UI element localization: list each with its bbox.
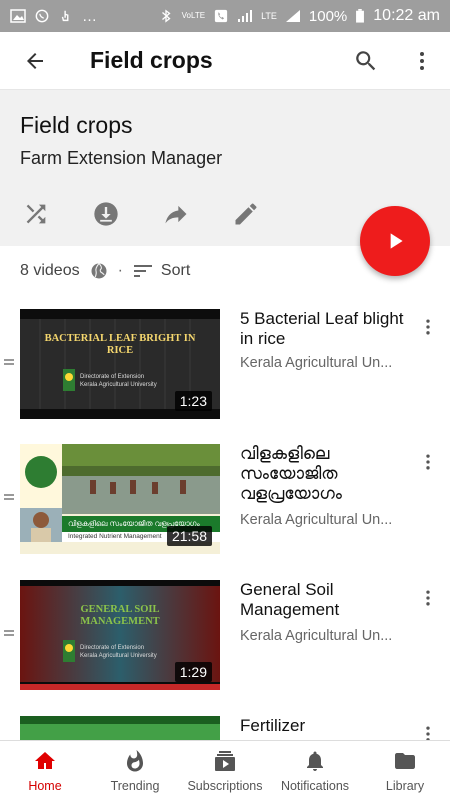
thumbnail-title: BACTERIAL LEAF BRIGHT IN RICE bbox=[44, 333, 196, 356]
video-count: 8 videos bbox=[20, 262, 80, 279]
globe-icon bbox=[91, 263, 107, 279]
more-vert-icon bbox=[426, 454, 430, 470]
search-button[interactable] bbox=[338, 32, 394, 90]
nav-notifications-label: Notifications bbox=[280, 778, 350, 793]
video-duration: 21:58 bbox=[166, 526, 212, 546]
video-menu-button[interactable] bbox=[418, 586, 438, 610]
status-bar: … VoLTE LTE 100% 10:22 am bbox=[0, 0, 450, 32]
page: … VoLTE LTE 100% 10:22 am Field crops Fi… bbox=[0, 0, 450, 800]
bottom-navigation: Home Trending Subscriptions Notification… bbox=[0, 740, 450, 800]
video-channel: Kerala Agricultural Un... bbox=[240, 628, 393, 644]
nav-subscriptions[interactable]: Subscriptions bbox=[180, 741, 270, 800]
status-bar-left: … bbox=[10, 8, 97, 25]
separator-dot: · bbox=[117, 262, 123, 279]
edit-icon bbox=[235, 203, 257, 225]
playlist-actions bbox=[20, 198, 262, 230]
subscriptions-icon bbox=[212, 749, 238, 773]
shuffle-icon bbox=[26, 204, 46, 224]
sort-label: Sort bbox=[160, 262, 191, 279]
bluetooth-icon bbox=[161, 9, 171, 23]
flame-icon bbox=[122, 749, 148, 773]
nav-home[interactable]: Home bbox=[0, 741, 90, 800]
share-button[interactable] bbox=[160, 198, 192, 230]
video-duration: 1:23 bbox=[174, 391, 212, 411]
play-all-button[interactable] bbox=[360, 206, 430, 276]
thumbnail-title: GENERAL SOIL MANAGEMENT bbox=[80, 604, 160, 627]
video-title[interactable]: Fertilizer bbox=[240, 716, 410, 736]
nav-subscriptions-label: Subscriptions bbox=[187, 778, 263, 793]
phone-icon bbox=[214, 9, 228, 23]
status-bar-right: VoLTE LTE 100% 10:22 am bbox=[158, 7, 440, 25]
playlist-meta: 8 videos · Sort bbox=[20, 262, 190, 280]
more-options-button[interactable] bbox=[394, 32, 450, 90]
battery-icon bbox=[356, 9, 365, 23]
app-bar: Field crops bbox=[0, 32, 450, 90]
download-button[interactable] bbox=[90, 198, 122, 230]
playlist-owner[interactable]: Farm Extension Manager bbox=[20, 148, 222, 169]
video-duration: 1:29 bbox=[174, 662, 212, 682]
download-icon bbox=[94, 202, 118, 226]
video-channel: Kerala Agricultural Un... bbox=[240, 355, 393, 371]
video-item[interactable]: BACTERIAL LEAF BRIGHT IN RICE Directorat… bbox=[0, 309, 450, 421]
nav-notifications[interactable]: Notifications bbox=[270, 741, 360, 800]
nav-library[interactable]: Library bbox=[360, 741, 450, 800]
bell-icon bbox=[302, 749, 328, 773]
video-title[interactable]: General Soil Management bbox=[240, 580, 410, 620]
share-icon bbox=[165, 205, 187, 224]
arrow-back-icon bbox=[27, 52, 43, 69]
volte-label: VoLTE bbox=[181, 11, 206, 20]
clock: 10:22 am bbox=[373, 7, 440, 24]
search-icon bbox=[356, 50, 376, 70]
video-title[interactable]: 5 Bacterial Leaf blight in rice bbox=[240, 309, 410, 349]
video-menu-button[interactable] bbox=[418, 315, 438, 339]
drag-handle-icon[interactable] bbox=[4, 630, 14, 636]
nav-trending-label: Trending bbox=[110, 778, 160, 793]
nav-trending[interactable]: Trending bbox=[90, 741, 180, 800]
shuffle-button[interactable] bbox=[20, 198, 52, 230]
play-icon bbox=[390, 233, 403, 249]
folder-icon bbox=[392, 749, 418, 773]
thumbnail-sub2: Kerala Agricultural University bbox=[80, 382, 157, 388]
thumbnail-sub1: Directorate of Extension bbox=[80, 645, 145, 651]
whatsapp-icon bbox=[35, 9, 49, 23]
sort-button[interactable]: Sort bbox=[133, 262, 190, 280]
network-label: LTE bbox=[261, 11, 277, 21]
playlist-title: Field crops bbox=[20, 112, 133, 138]
app-bar-title: Field crops bbox=[90, 47, 213, 73]
video-item[interactable]: GENERAL SOIL MANAGEMENT Directorate of E… bbox=[0, 580, 450, 692]
video-thumbnail[interactable]: വിളകളിലെ സംയോജിത വളപ്രയോഗം Integrated Nu… bbox=[20, 444, 220, 554]
more-vert-icon bbox=[426, 590, 430, 606]
more-vert-icon bbox=[426, 319, 430, 335]
video-menu-button[interactable] bbox=[418, 450, 438, 474]
video-item[interactable]: വിളകളിലെ സംയോജിത വളപ്രയോഗം Integrated Nu… bbox=[0, 444, 450, 556]
nav-home-label: Home bbox=[28, 778, 62, 793]
thumbnail-sub1: Integrated Nutrient Management bbox=[68, 533, 162, 540]
drag-handle-icon[interactable] bbox=[4, 494, 14, 500]
home-icon bbox=[32, 749, 58, 773]
sort-icon bbox=[133, 265, 152, 277]
edit-button[interactable] bbox=[230, 198, 262, 230]
video-title[interactable]: വിളകളിലെ സംയോജിത വളപ്രയോഗം bbox=[240, 444, 410, 504]
battery-percent: 100% bbox=[308, 7, 348, 25]
drag-handle-icon[interactable] bbox=[4, 359, 14, 365]
signal-icon bbox=[238, 10, 253, 22]
back-button[interactable] bbox=[0, 32, 70, 90]
thumbnail-sub1: Directorate of Extension bbox=[80, 374, 145, 380]
touch-icon bbox=[61, 10, 69, 22]
signal-icon-2 bbox=[285, 10, 300, 22]
video-thumbnail[interactable]: BACTERIAL LEAF BRIGHT IN RICE Directorat… bbox=[20, 309, 220, 419]
thumbnail-sub2: Kerala Agricultural University bbox=[80, 653, 157, 659]
image-icon bbox=[10, 9, 26, 23]
more-vert-icon bbox=[420, 51, 424, 70]
video-channel: Kerala Agricultural Un... bbox=[240, 512, 393, 528]
video-thumbnail[interactable]: GENERAL SOIL MANAGEMENT Directorate of E… bbox=[20, 580, 220, 690]
more-notifications-icon: … bbox=[82, 7, 97, 25]
nav-library-label: Library bbox=[385, 778, 425, 793]
